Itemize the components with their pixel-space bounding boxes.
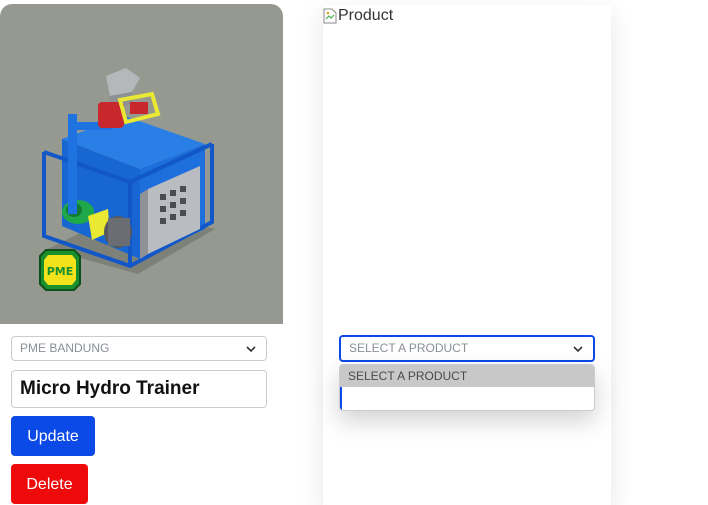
dropdown-option[interactable]: SELECT A PRODUCT [340, 365, 594, 387]
chevron-down-icon [573, 346, 583, 353]
product-dropdown-list: SELECT A PRODUCT [339, 364, 595, 411]
product-select-value: SELECT A PRODUCT [349, 341, 469, 355]
update-button[interactable]: Update [11, 416, 95, 456]
dropdown-option[interactable] [340, 387, 594, 410]
svg-text:PME: PME [47, 265, 74, 278]
delete-button[interactable]: Delete [11, 464, 88, 504]
product-image-placeholder: Product [323, 7, 393, 25]
dropdown-focus-edge [340, 387, 342, 410]
chevron-down-icon [246, 346, 256, 353]
micro-hydro-trainer-illustration: PME [39, 68, 215, 291]
pme-logo: PME [39, 249, 81, 291]
product-card-right: Product SELECT A PRODUCT SELECT A PRODUC… [323, 5, 611, 505]
product-select[interactable]: SELECT A PRODUCT [339, 335, 595, 362]
company-select-value: PME BANDUNG [20, 341, 110, 355]
broken-image-icon [323, 8, 337, 24]
company-select[interactable]: PME BANDUNG [11, 336, 267, 361]
image-alt-text: Product [338, 7, 394, 24]
product-card-left: PME PME BANDUNG Micro Hydro Trainer Upda… [0, 4, 283, 504]
product-name-field[interactable]: Micro Hydro Trainer [11, 370, 267, 408]
product-name-value: Micro Hydro Trainer [20, 378, 200, 399]
product-image: PME [0, 4, 283, 324]
